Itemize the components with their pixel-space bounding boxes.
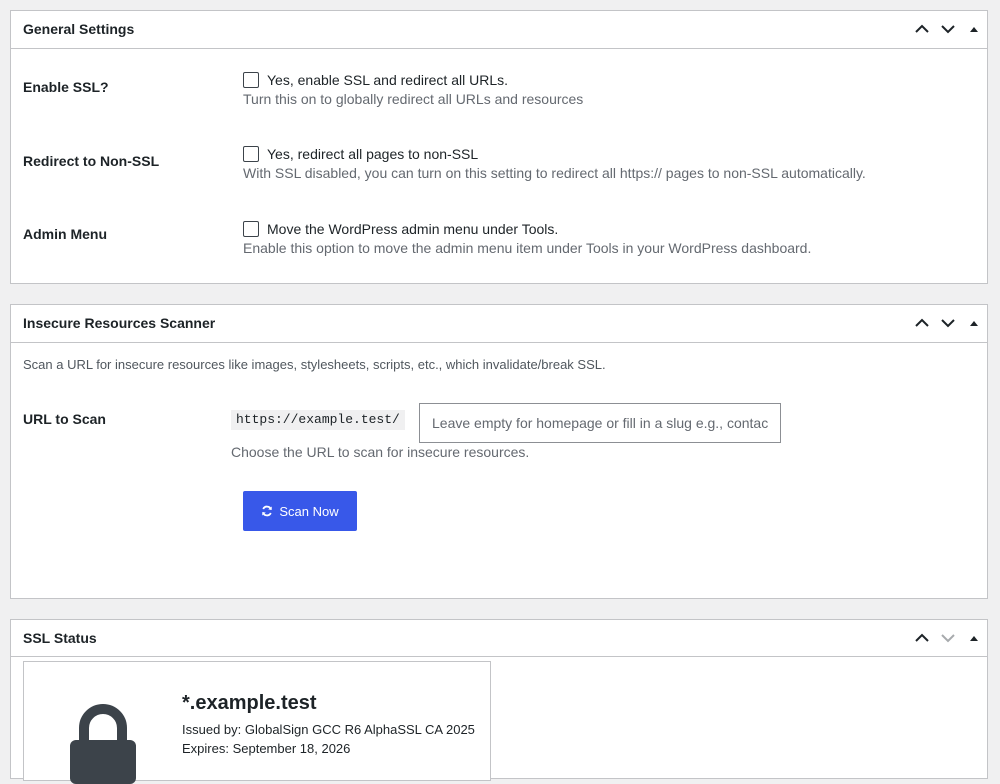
enable-ssl-checkbox[interactable] xyxy=(243,72,259,88)
panel-handles xyxy=(909,11,987,47)
lock-icon xyxy=(70,704,136,784)
setting-field: Yes, enable SSL and redirect all URLs. T… xyxy=(243,71,583,107)
setting-description: With SSL disabled, you can turn on this … xyxy=(243,165,866,181)
scan-now-label: Scan Now xyxy=(279,503,339,519)
panel-handles xyxy=(909,305,987,341)
move-down-button[interactable] xyxy=(935,305,961,341)
setting-field: Yes, redirect all pages to non-SSL With … xyxy=(243,145,866,181)
panel-title: General Settings xyxy=(23,21,135,37)
move-up-button[interactable] xyxy=(909,305,935,341)
certificate-domain: *.example.test xyxy=(182,692,317,714)
checkbox-label: Move the WordPress admin menu under Tool… xyxy=(267,221,559,237)
move-up-button[interactable] xyxy=(909,11,935,47)
certificate-issuer: Issued by: GlobalSign GCC R6 AlphaSSL CA… xyxy=(182,722,475,737)
url-description: Choose the URL to scan for insecure reso… xyxy=(231,444,530,460)
setting-label: Admin Menu xyxy=(23,226,107,242)
scanner-intro: Scan a URL for insecure resources like i… xyxy=(23,357,606,372)
chevron-up-icon xyxy=(915,633,929,642)
setting-field: Move the WordPress admin menu under Tool… xyxy=(243,220,811,256)
toggle-panel-button[interactable] xyxy=(961,305,987,341)
caret-up-icon xyxy=(970,636,978,641)
scanner-panel: Insecure Resources Scanner Scan a URL fo… xyxy=(10,304,988,599)
chevron-down-icon xyxy=(941,319,955,328)
panel-title: SSL Status xyxy=(23,630,97,646)
caret-up-icon xyxy=(970,27,978,32)
chevron-down-icon xyxy=(941,25,955,34)
checkbox-label: Yes, redirect all pages to non-SSL xyxy=(267,146,479,162)
toggle-panel-button[interactable] xyxy=(961,620,987,656)
caret-up-icon xyxy=(970,321,978,326)
toggle-panel-button[interactable] xyxy=(961,11,987,47)
panel-header: General Settings xyxy=(11,11,987,49)
general-settings-panel: General Settings Enable SSL? Yes, enable… xyxy=(10,10,988,284)
checkbox-label: Yes, enable SSL and redirect all URLs. xyxy=(267,72,508,88)
setting-label: Redirect to Non-SSL xyxy=(23,153,160,169)
checkbox-line: Yes, redirect all pages to non-SSL xyxy=(243,145,866,163)
scan-now-button[interactable]: Scan Now xyxy=(243,491,357,531)
url-prefix: https://example.test/ xyxy=(231,410,405,430)
move-down-button[interactable] xyxy=(935,11,961,47)
admin-menu-checkbox[interactable] xyxy=(243,221,259,237)
panel-header: SSL Status xyxy=(11,620,987,657)
setting-description: Enable this option to move the admin men… xyxy=(243,240,812,256)
ssl-status-panel: SSL Status *.example.test Issued by: Glo… xyxy=(10,619,988,784)
certificate-expiry: Expires: September 18, 2026 xyxy=(182,741,351,756)
move-down-button[interactable] xyxy=(935,620,961,656)
move-up-button[interactable] xyxy=(909,620,935,656)
panel-header: Insecure Resources Scanner xyxy=(11,305,987,343)
checkbox-line: Yes, enable SSL and redirect all URLs. xyxy=(243,71,583,89)
panel-handles xyxy=(909,620,987,656)
chevron-up-icon xyxy=(915,318,929,327)
setting-label: Enable SSL? xyxy=(23,79,109,95)
chevron-down-icon xyxy=(941,634,955,643)
ssl-certificate-card: *.example.test Issued by: GlobalSign GCC… xyxy=(23,661,491,784)
panel-title: Insecure Resources Scanner xyxy=(23,315,216,331)
refresh-icon xyxy=(262,505,273,517)
url-slug-input[interactable] xyxy=(419,403,781,443)
setting-description: Turn this on to globally redirect all UR… xyxy=(243,91,584,107)
chevron-up-icon xyxy=(915,24,929,33)
checkbox-line: Move the WordPress admin menu under Tool… xyxy=(243,220,811,238)
redirect-non-ssl-checkbox[interactable] xyxy=(243,146,259,162)
url-to-scan-label: URL to Scan xyxy=(23,411,106,427)
